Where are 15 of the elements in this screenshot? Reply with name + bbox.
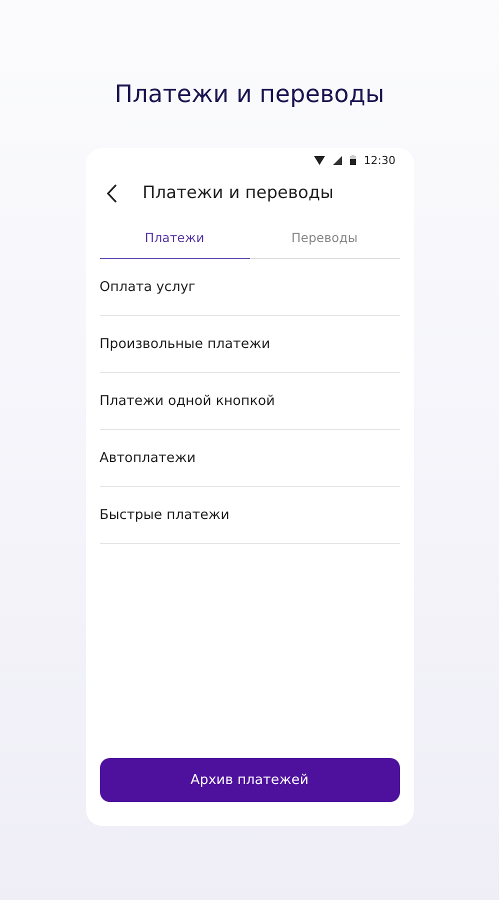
menu-item[interactable]: Платежи одной кнопкой bbox=[100, 373, 400, 430]
tab[interactable]: Платежи bbox=[100, 224, 250, 259]
back-icon[interactable] bbox=[106, 184, 116, 202]
battery-icon bbox=[350, 155, 356, 165]
tab[interactable]: Переводы bbox=[250, 224, 400, 259]
page-title: Платежи и переводы bbox=[114, 79, 384, 110]
signal-icon bbox=[332, 156, 342, 164]
header-title: Платежи и переводы bbox=[142, 183, 334, 203]
menu-item[interactable]: Автоплатежи bbox=[100, 430, 400, 487]
wifi-icon bbox=[314, 156, 325, 164]
menu-item[interactable]: Произвольные платежи bbox=[100, 316, 400, 373]
archive-button[interactable]: Архив платежей bbox=[100, 758, 400, 802]
menu-item[interactable]: Оплата услуг bbox=[100, 259, 400, 316]
status-time: 12:30 bbox=[364, 154, 396, 166]
menu-item[interactable]: Быстрые платежи bbox=[100, 487, 400, 544]
